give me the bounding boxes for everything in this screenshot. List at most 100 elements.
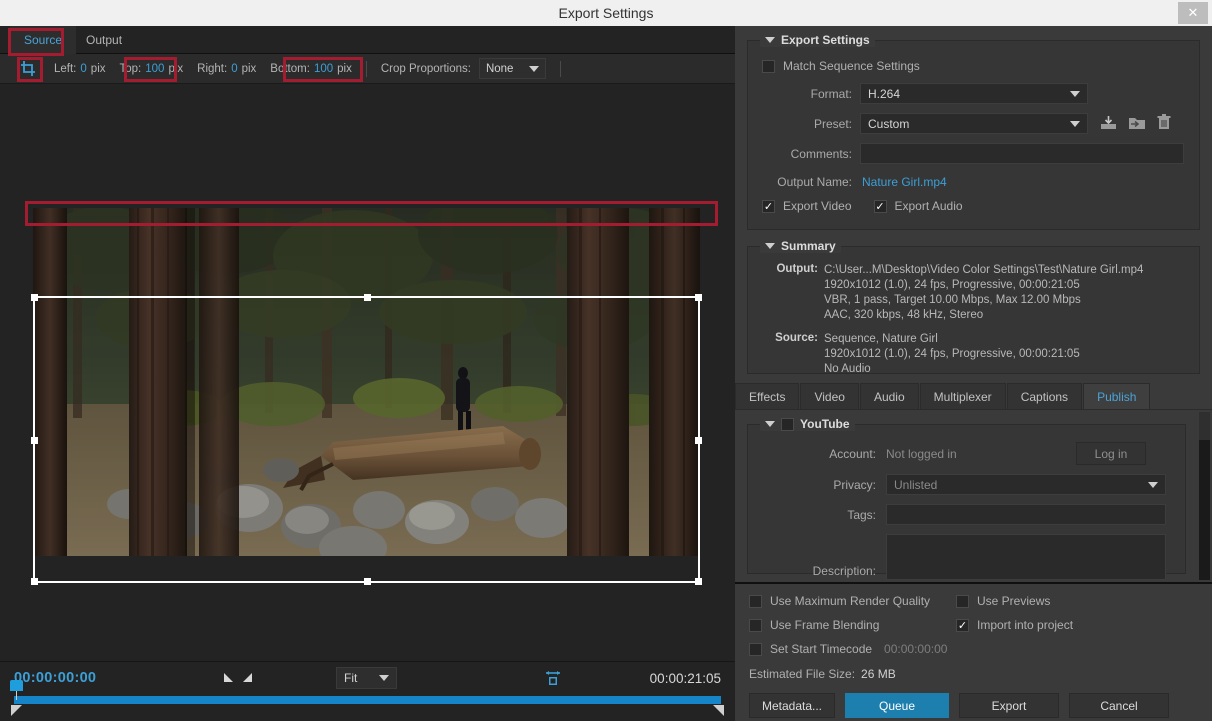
crop-proportions-value: None (485, 62, 514, 75)
zoom-level-select[interactable]: Fit (336, 667, 398, 689)
file-size-label: Estimated File Size: (749, 667, 856, 681)
metadata-button[interactable]: Metadata... (749, 693, 835, 718)
trim-out-handle[interactable] (713, 705, 724, 716)
queue-button[interactable]: Queue (845, 693, 949, 718)
delete-preset-icon[interactable] (1157, 114, 1171, 133)
output-name-row: Output Name: Nature Girl.mp4 (748, 175, 1199, 189)
tab-captions[interactable]: Captions (1006, 383, 1083, 409)
crop-proportions-select[interactable]: None (478, 58, 547, 79)
source-range-icon[interactable] (544, 669, 562, 692)
chevron-down-icon (1148, 481, 1158, 488)
mark-out-icon[interactable] (243, 673, 252, 682)
max-render-quality-checkbox[interactable] (749, 594, 762, 608)
output-name-link[interactable]: Nature Girl.mp4 (862, 175, 947, 189)
youtube-enable-checkbox[interactable] (781, 417, 794, 431)
description-row: Description: (748, 534, 1185, 580)
summary-source-line-3: No Audio (824, 363, 871, 375)
triangle-down-icon[interactable] (765, 243, 775, 249)
crop-right-field[interactable]: Right: 0 pix (197, 63, 256, 75)
match-sequence-row[interactable]: Match Sequence Settings (762, 59, 1199, 73)
close-icon[interactable]: ✕ (1178, 2, 1208, 24)
account-value: Not logged in (886, 446, 957, 461)
crop-toolbar: Left: 0 pix Top: 100 pix Right: 0 pix Bo… (0, 54, 735, 84)
crop-right-value[interactable]: 0 (231, 63, 237, 75)
crop-tool-icon[interactable] (18, 59, 40, 79)
tags-label: Tags: (847, 507, 876, 522)
triangle-down-icon[interactable] (765, 37, 775, 43)
description-input[interactable] (886, 534, 1166, 580)
youtube-group-title: YouTube (760, 417, 855, 431)
crop-bottom-field[interactable]: Bottom: 100 pix (270, 63, 352, 75)
duration-timecode: 00:00:21:05 (649, 671, 721, 686)
export-options-panel: Use Maximum Render Quality Use Previews … (735, 582, 1212, 721)
frame-blending-checkbox[interactable] (749, 618, 762, 632)
summary-output-line-2: 1920x1012 (1.0), 24 fps, Progressive, 00… (824, 279, 1080, 291)
trim-in-handle[interactable] (11, 705, 22, 716)
export-audio-checkbox[interactable]: ✓ (873, 199, 887, 213)
use-previews-label: Use Previews (977, 594, 1051, 608)
crop-right-unit: pix (241, 62, 257, 75)
settings-tabstrip: Effects Video Audio Multiplexer Captions… (735, 383, 1212, 410)
chevron-down-icon (1070, 90, 1080, 97)
export-button[interactable]: Export (959, 693, 1059, 718)
export-settings-group-title: Export Settings (760, 33, 875, 47)
summary-output-values: C:\User...M\Desktop\Video Color Settings… (818, 263, 1143, 323)
summary-output-line-4: AAC, 320 kbps, 48 kHz, Stereo (824, 309, 984, 321)
mark-in-icon[interactable] (224, 673, 233, 682)
crop-handle-bottom-middle[interactable] (363, 578, 371, 585)
current-timecode[interactable]: 00:00:00:00 (14, 670, 96, 686)
crop-proportions-label: Crop Proportions: (380, 62, 471, 75)
export-video-checkbox[interactable]: ✓ (762, 199, 775, 213)
preset-select[interactable]: Custom (860, 113, 1088, 134)
scrollbar-thumb[interactable] (1199, 412, 1210, 440)
forest-scene-image (33, 208, 700, 556)
file-size-value: 26 MB (861, 667, 896, 681)
crop-handle-bottom-right[interactable] (695, 578, 702, 585)
summary-output-label: Output: (776, 263, 818, 275)
import-preset-icon[interactable] (1128, 115, 1146, 133)
playhead-handle[interactable] (10, 680, 23, 700)
crop-handle-bottom-left[interactable] (31, 578, 38, 585)
tab-video[interactable]: Video (800, 383, 859, 409)
start-timecode-value[interactable]: 00:00:00:00 (884, 642, 947, 656)
tab-source[interactable]: Source (10, 26, 77, 54)
max-render-quality-label: Use Maximum Render Quality (770, 594, 931, 608)
set-start-timecode-checkbox[interactable] (749, 642, 762, 656)
crop-left-value[interactable]: 0 (80, 63, 86, 75)
summary-output-block: Output: C:\User...M\Desktop\Video Color … (760, 263, 1199, 323)
tab-publish[interactable]: Publish (1083, 383, 1151, 409)
set-start-timecode-label: Set Start Timecode (770, 642, 873, 656)
crop-top-field[interactable]: Top: 100 pix (120, 63, 184, 75)
format-row: Format: H.264 (748, 83, 1199, 104)
format-value: H.264 (868, 86, 901, 101)
crop-bottom-value[interactable]: 100 (314, 63, 333, 75)
cancel-button[interactable]: Cancel (1069, 693, 1169, 718)
tab-output[interactable]: Output (72, 26, 136, 54)
login-button[interactable]: Log in (1076, 442, 1146, 465)
video-preview-stage[interactable] (0, 84, 735, 661)
tab-audio[interactable]: Audio (859, 383, 919, 409)
format-select[interactable]: H.264 (860, 83, 1088, 104)
export-settings-pane: Export Settings Match Sequence Settings … (735, 26, 1212, 721)
scrubber-track[interactable] (14, 696, 721, 704)
account-row: Account: Not logged in Log in (748, 442, 1185, 465)
comments-input[interactable] (860, 143, 1184, 164)
preset-value: Custom (868, 116, 910, 131)
privacy-select[interactable]: Unlisted (886, 474, 1166, 495)
publish-scrollbar[interactable] (1199, 412, 1210, 580)
triangle-down-icon[interactable] (765, 421, 775, 427)
save-preset-icon[interactable] (1100, 115, 1117, 133)
match-sequence-label: Match Sequence Settings (783, 59, 920, 73)
tab-multiplexer[interactable]: Multiplexer (919, 383, 1006, 409)
summary-output-line-3: VBR, 1 pass, Target 10.00 Mbps, Max 12.0… (824, 294, 1081, 306)
video-frame (33, 208, 700, 556)
match-sequence-checkbox[interactable] (762, 59, 775, 73)
import-into-project-checkbox[interactable]: ✓ (956, 618, 969, 632)
crop-left-field[interactable]: Left: 0 pix (54, 63, 106, 75)
use-previews-checkbox[interactable] (956, 594, 969, 608)
tab-effects[interactable]: Effects (735, 383, 800, 409)
preset-label: Preset: (813, 116, 852, 131)
tags-input[interactable] (886, 504, 1166, 525)
title-bar: Export Settings ✕ (0, 0, 1212, 26)
crop-top-value[interactable]: 100 (145, 63, 164, 75)
